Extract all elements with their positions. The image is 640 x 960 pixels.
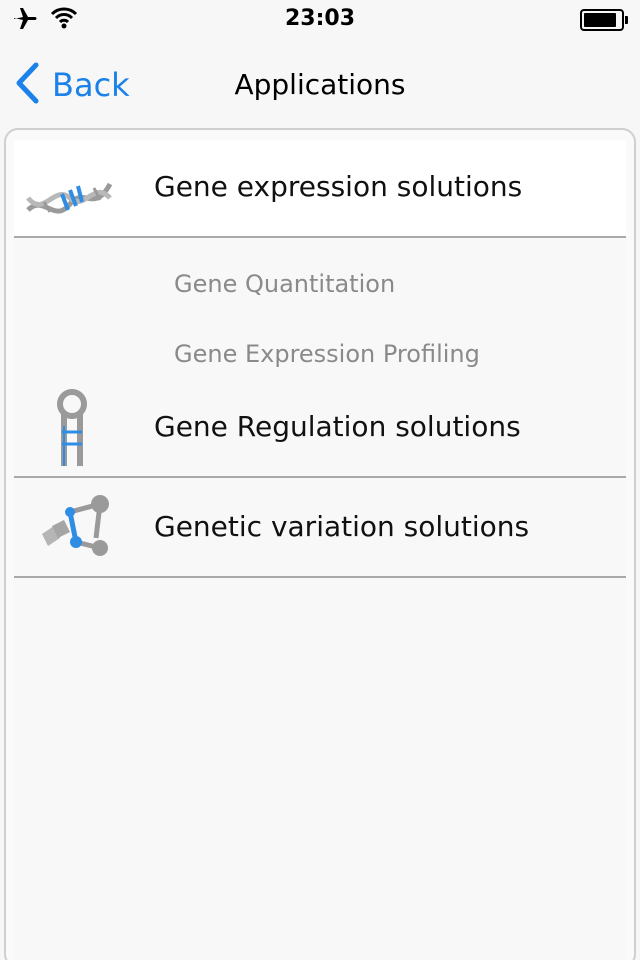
screen: 23:03 Back Applications Gene expression …: [0, 0, 640, 960]
molecule-variation-icon: [24, 494, 114, 564]
sub-item-gene-expression-profiling[interactable]: Gene Expression Profiling: [174, 340, 480, 368]
status-time: 23:03: [284, 6, 356, 31]
dna-helix-icon: [24, 154, 114, 224]
page-title: Applications: [234, 68, 406, 101]
status-bar: 23:03: [0, 0, 640, 40]
applications-list: Gene expression solutions Gene Quantitat…: [14, 140, 626, 960]
section-gene-regulation[interactable]: Gene Regulation solutions: [14, 380, 626, 478]
section-title: Gene Regulation solutions: [154, 410, 521, 443]
section-title: Genetic variation solutions: [154, 510, 530, 543]
content-card: Gene expression solutions Gene Quantitat…: [4, 128, 636, 960]
hairpin-rna-icon: [24, 389, 114, 466]
section-genetic-variation[interactable]: Genetic variation solutions: [14, 480, 626, 578]
section-gene-expression[interactable]: Gene expression solutions: [14, 140, 626, 238]
navigation-bar: Back Applications: [0, 40, 640, 128]
section-title: Gene expression solutions: [154, 170, 523, 203]
sub-item-gene-quantitation[interactable]: Gene Quantitation: [174, 270, 395, 298]
